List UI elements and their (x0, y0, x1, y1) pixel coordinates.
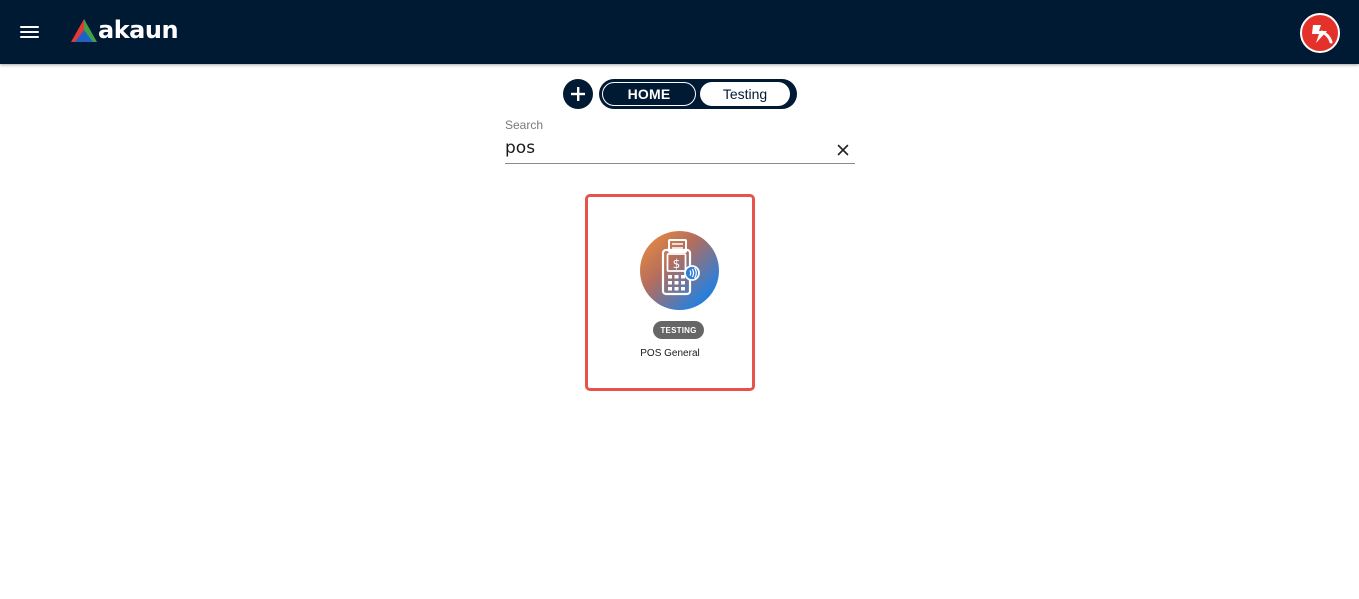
app-card-pos-general[interactable]: $ TESTING POS General (585, 194, 755, 391)
tab-home[interactable]: HOME (602, 82, 696, 106)
app-name: POS General (640, 348, 700, 359)
logo-text: akaun (98, 15, 179, 44)
tab-group: HOME Testing (599, 79, 797, 109)
search-input[interactable] (505, 137, 825, 159)
add-tab-button[interactable] (563, 79, 593, 109)
akaun-logo[interactable]: akaun (70, 15, 179, 46)
search-label: Search (505, 118, 544, 132)
hamburger-menu-icon[interactable] (16, 20, 44, 44)
pos-terminal-icon: $ (640, 231, 719, 310)
tab-testing[interactable]: Testing (700, 82, 790, 106)
status-badge: TESTING (653, 321, 704, 339)
plus-icon (571, 87, 585, 101)
akaun-logo-mark (71, 19, 97, 42)
close-icon[interactable] (835, 142, 851, 158)
search-field: Search (505, 117, 855, 164)
user-avatar-icon[interactable] (1300, 13, 1340, 53)
svg-text:$: $ (673, 257, 681, 271)
workspace-tab-bar: HOME Testing (563, 79, 797, 109)
top-app-bar: akaun (0, 0, 1359, 64)
